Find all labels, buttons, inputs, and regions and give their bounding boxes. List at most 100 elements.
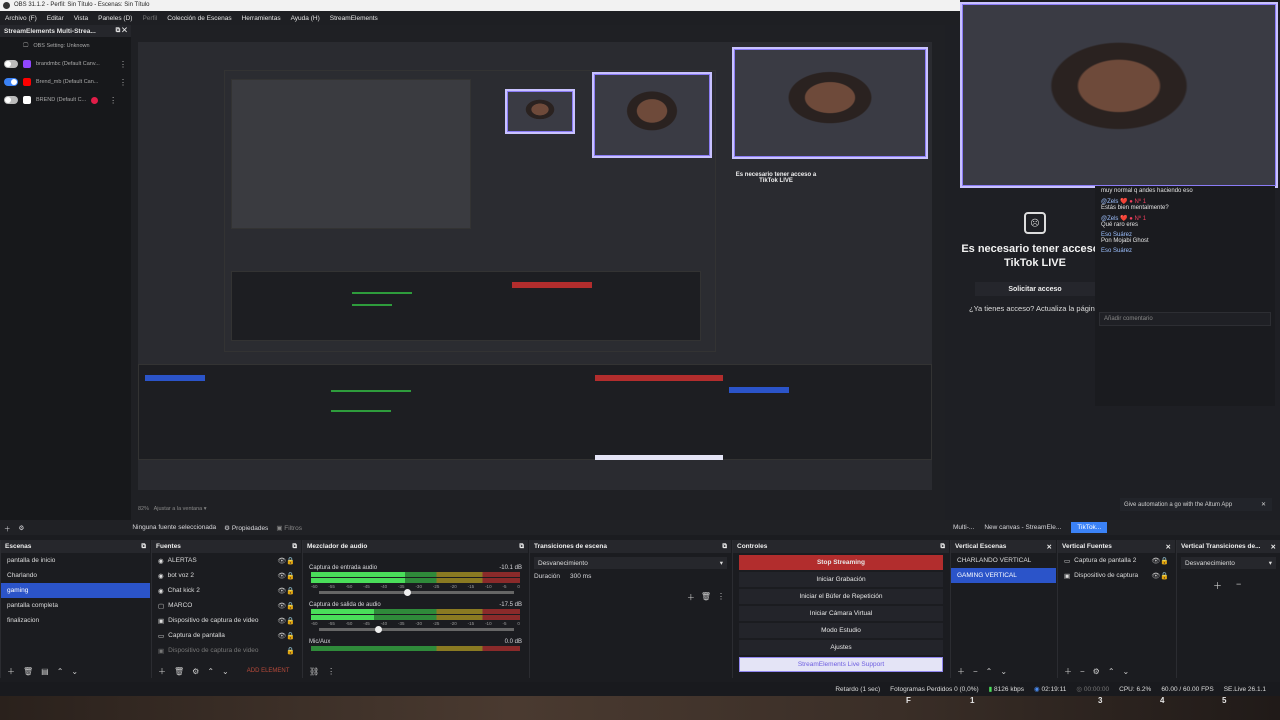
menu-perfil[interactable]: Perfil	[137, 15, 162, 22]
account-toggle[interactable]	[4, 78, 18, 86]
filters-button[interactable]: ▣ Filtros	[276, 524, 302, 532]
tab-multistream[interactable]: Multi-...	[953, 524, 974, 531]
source-item[interactable]: ◉ ALERTAS 👁🔒	[152, 553, 301, 568]
visibility-icon[interactable]: 👁🔒	[1151, 572, 1169, 580]
settings-button[interactable]: Ajustes	[739, 640, 943, 655]
volume-slider[interactable]	[319, 626, 514, 633]
replay-buffer-button[interactable]: Iniciar el Búfer de Repetición	[739, 589, 943, 604]
account-toggle[interactable]	[4, 96, 18, 104]
menu-editar[interactable]: Editar	[42, 15, 69, 22]
move-down-icon[interactable]: ⌄	[71, 667, 78, 676]
fit-to-window[interactable]: Ajustar a la ventana	[154, 506, 203, 512]
add-icon[interactable]: ＋	[1064, 666, 1072, 677]
tab-tiktok[interactable]: TikTok...	[1071, 522, 1108, 533]
menu-archivo[interactable]: Archivo (F)	[0, 15, 42, 22]
menu-ayuda[interactable]: Ayuda (H)	[286, 15, 325, 22]
source-item[interactable]: ▭ Captura de pantalla 👁🔒	[152, 628, 301, 643]
add-icon[interactable]: ＋	[7, 666, 15, 677]
source-item[interactable]: ▣ Dispositivo de captura de video 👁🔒	[152, 613, 301, 628]
automation-banner[interactable]: Give automation a go with the Altum App …	[1120, 498, 1272, 511]
more-icon[interactable]: ⋮	[327, 667, 335, 676]
menu-streamelements[interactable]: StreamElements	[325, 15, 383, 22]
more-icon[interactable]: ⋮	[119, 60, 127, 69]
visibility-icon[interactable]: 👁🔒	[277, 587, 295, 595]
comment-input[interactable]: Añadir comentario	[1099, 312, 1271, 326]
close-icon[interactable]: ✕	[1271, 543, 1276, 551]
add-element-button[interactable]: ADD ELEMENT	[247, 668, 290, 674]
visibility-icon[interactable]: 👁🔒	[1151, 557, 1169, 565]
link-icon[interactable]: ⛓	[309, 667, 319, 676]
move-up-icon[interactable]: ⌃	[57, 667, 64, 676]
close-icon[interactable]: ✕	[1047, 543, 1052, 551]
gear-icon[interactable]: ⚙	[19, 524, 25, 532]
duration-input[interactable]: 300 ms	[570, 573, 591, 580]
add-icon[interactable]: ＋	[158, 666, 166, 677]
scene-item[interactable]: gaming	[1, 583, 150, 598]
visibility-icon[interactable]: 👁🔒	[277, 602, 295, 610]
minus-icon[interactable]: −	[973, 667, 978, 676]
more-icon[interactable]: ⋮	[109, 96, 117, 105]
vertical-scene-item[interactable]: GAMING VERTICAL	[951, 568, 1056, 583]
move-down-icon[interactable]: ⌄	[222, 667, 229, 676]
source-item[interactable]: ▢ MARCO 👁🔒	[152, 598, 301, 613]
live-support-button[interactable]: StreamElements Live Support	[739, 657, 943, 672]
move-up-icon[interactable]: ⌃	[986, 667, 993, 676]
studio-mode-button[interactable]: Modo Estudio	[739, 623, 943, 638]
properties-button[interactable]: ⚙ Propiedades	[224, 524, 268, 532]
gear-icon[interactable]: ⚙	[1093, 667, 1100, 676]
source-item[interactable]: ▣ Dispositivo de captura de video 🔒	[152, 643, 301, 658]
close-icon[interactable]: ✕	[1261, 501, 1266, 508]
dock-menu-icon[interactable]: ⧉	[292, 543, 297, 551]
minus-icon[interactable]: −	[1236, 579, 1241, 592]
visibility-icon[interactable]: 🔒	[286, 647, 295, 655]
transition-type-select[interactable]: Desvanecimiento ▾	[534, 557, 727, 569]
more-icon[interactable]: ⋮	[717, 592, 725, 603]
vertical-source-item[interactable]: ▭ Captura de pantalla 2 👁🔒	[1058, 553, 1175, 568]
menu-vista[interactable]: Vista	[69, 15, 93, 22]
source-item[interactable]: ◉ bot voz 2 👁🔒	[152, 568, 301, 583]
account-toggle[interactable]	[4, 60, 18, 68]
menu-herramientas[interactable]: Herramientas	[237, 15, 286, 22]
dock-menu-icon[interactable]: ⧉	[940, 543, 945, 551]
preview-canvas[interactable]: Es necesario tener acceso a TikTok LIVE	[138, 42, 932, 490]
gear-icon[interactable]: ⚙	[192, 667, 199, 676]
have-access-text[interactable]: ¿Ya tienes acceso? Actualiza la página.	[960, 304, 1110, 313]
move-up-icon[interactable]: ⌃	[1108, 667, 1115, 676]
start-recording-button[interactable]: Iniciar Grabación	[739, 572, 943, 587]
add-icon[interactable]: ＋	[687, 592, 695, 603]
vertical-transition-select[interactable]: Desvanecimiento ▾	[1181, 557, 1276, 569]
zoom-level[interactable]: 82%	[138, 506, 149, 512]
request-access-button[interactable]: Solicitar acceso	[975, 282, 1095, 296]
filter-icon[interactable]: ▤	[41, 667, 49, 676]
slider-knob[interactable]	[403, 589, 411, 596]
minus-icon[interactable]: −	[1080, 667, 1085, 676]
trash-icon[interactable]: 🗑	[701, 592, 711, 603]
visibility-icon[interactable]: 👁🔒	[277, 572, 295, 580]
scene-item[interactable]: finalizacion	[1, 613, 150, 628]
visibility-icon[interactable]: 👁🔒	[277, 632, 295, 640]
volume-slider[interactable]	[319, 589, 514, 596]
stop-streaming-button[interactable]: Stop Streaming	[739, 555, 943, 570]
dock-close-icon[interactable]: ⧉ ✕	[116, 27, 127, 35]
move-down-icon[interactable]: ⌄	[1123, 667, 1130, 676]
scene-item[interactable]: pantalla de inicio	[1, 553, 150, 568]
tab-new-canvas[interactable]: New canvas - StreamEle...	[984, 524, 1061, 531]
move-up-icon[interactable]: ⌃	[207, 667, 214, 676]
visibility-icon[interactable]: 👁🔒	[277, 557, 295, 565]
virtual-camera-button[interactable]: Iniciar Cámara Virtual	[739, 606, 943, 621]
move-down-icon[interactable]: ⌄	[1000, 667, 1007, 676]
trash-icon[interactable]: 🗑	[23, 667, 33, 676]
dock-menu-icon[interactable]: ⧉	[519, 543, 524, 551]
dock-menu-icon[interactable]: ⧉	[722, 543, 727, 551]
vertical-scene-item[interactable]: CHARLANDO VERTICAL	[951, 553, 1056, 568]
scene-item[interactable]: Charlando	[1, 568, 150, 583]
menu-coleccion-escenas[interactable]: Colección de Escenas	[162, 15, 236, 22]
menu-paneles[interactable]: Paneles (D)	[93, 15, 137, 22]
vertical-source-item[interactable]: ▣ Dispositivo de captura 👁🔒	[1058, 568, 1175, 583]
add-icon[interactable]: ＋	[1213, 579, 1222, 592]
visibility-icon[interactable]: 👁🔒	[277, 617, 295, 625]
trash-icon[interactable]: 🗑	[174, 667, 184, 676]
add-icon[interactable]: ＋	[4, 523, 11, 533]
more-icon[interactable]: ⋮	[119, 78, 127, 87]
close-icon[interactable]: ✕	[1166, 543, 1171, 551]
